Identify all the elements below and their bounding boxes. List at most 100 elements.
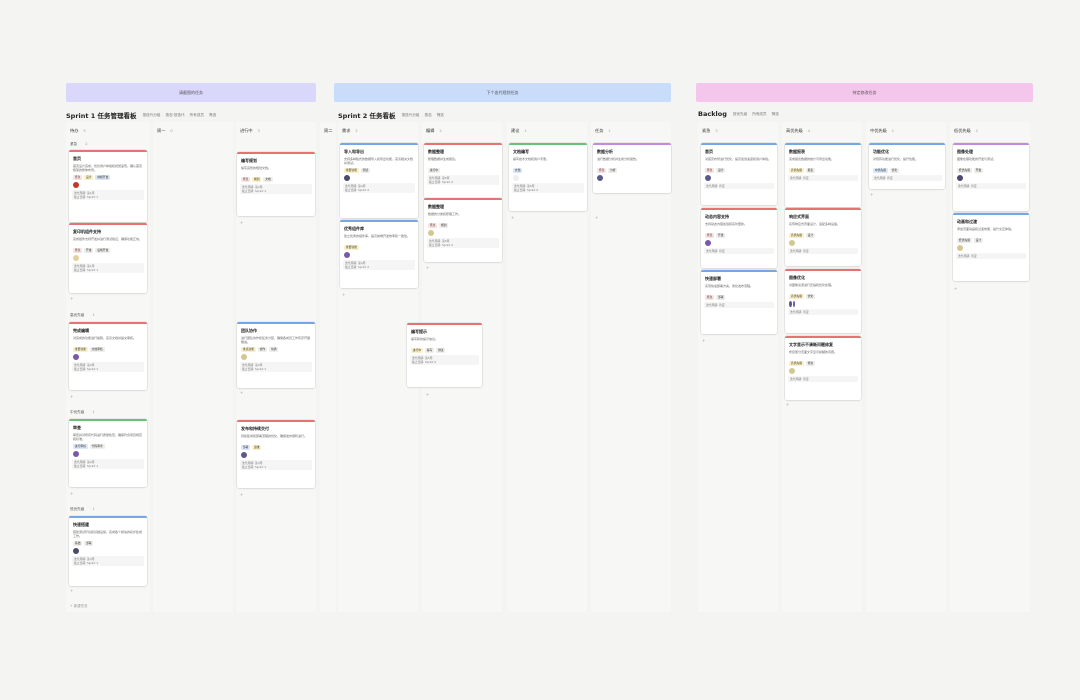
avatar[interactable] [73,353,79,360]
view-option[interactable]: 按迭代分组 [402,113,420,118]
avatar[interactable] [241,451,247,458]
view-options[interactable]: 按迭代分组 按态·按迭代 所有成员 筛选 [143,113,217,118]
avatar[interactable] [957,244,963,251]
add-card-button[interactable]: + [240,492,243,497]
avatar[interactable] [792,300,795,307]
task-card[interactable]: 完成编辑 对完成的功能进行编辑，完善文档并提交审核。 重要功能 文档审核 迭代周期: 第… [69,322,147,390]
card-color-bar [237,152,315,154]
avatar[interactable] [513,174,519,181]
avatar[interactable] [957,174,963,181]
avatar[interactable] [789,239,795,246]
task-card[interactable]: 图像处理 图像处理功能的开发与测试。 低优先级 开发 迭代周期: 待定 [953,143,1029,211]
task-card[interactable]: 数据分析 进行数据分析并生成分析报告。 紧急 分析 [593,143,671,193]
add-card-button[interactable]: + [240,390,243,395]
task-card[interactable]: 首页 首页设计完成，优化用户体验和视觉呈现，确认首页框架的整体布局。 紧急 设计 前端开… [69,150,147,222]
task-card[interactable]: 审查 审查并对所有代码进行质量检查，确保符合项目规范和标准。 进行审核 代码审查 迭代周… [69,419,147,487]
task-card[interactable]: 优秀组件库 建立优秀的组件库，提高前端开发效率和一致性。 重要功能 迭代周期: 第4周… [340,220,418,288]
task-card[interactable]: 快速搭建 搭建测试环境和基础设施，完成各个模块的初步集成工作。 基础 部署 迭代周期: … [69,516,147,586]
filter-button[interactable]: 筛选 [772,112,779,117]
add-card-button[interactable]: + [954,286,957,291]
card-title: 数据报表 [789,148,805,154]
task-card[interactable]: 动态内容支持 支持动态内容加载和实时更新。 紧急 开发 迭代周期: 待定 [701,208,777,268]
avatar[interactable] [73,181,79,188]
view-option[interactable]: 按优先级 [733,112,747,117]
task-card[interactable]: 发布和持续交付 持续集成和部署流程的优化，确保发布顺利进行。 部署 运维 迭代周期: 第… [237,420,315,488]
avatar[interactable] [73,547,79,554]
avatar[interactable] [789,367,795,374]
task-card[interactable]: 响应式界面 实现响应式界面设计，适配多种设备。 高优先级 设计 迭代周期: 待定 [785,208,861,266]
card-meta: 迭代周期: 第2周 截止日期: Sprint 1 [72,361,144,372]
group-count: 2 [85,142,88,146]
card-tags: 紧急 设计 前端开发 [73,174,143,180]
tag-badge: 文档审核 [89,346,105,352]
add-card-button[interactable]: + [702,338,705,343]
avatar[interactable] [705,174,711,181]
add-card-button[interactable]: + [70,296,73,301]
card-title: 编写提示 [411,328,427,334]
new-task-button[interactable]: + 新建任务 [70,603,87,608]
group-label-low[interactable]: 低优先级 1 [70,507,95,512]
add-card-button[interactable]: + [240,220,243,225]
card-tags: 高优先级 报表 [789,167,857,173]
task-card[interactable]: 功能优化 对现有功能进行优化，提升性能。 中优先级 优化 迭代周期: 待定 [869,143,945,189]
avatar[interactable] [428,229,434,236]
view-options[interactable]: 按迭代分组 按态 筛选 [402,113,444,118]
add-card-button[interactable]: + [342,292,345,297]
add-card-button[interactable]: + [595,215,598,220]
task-card[interactable]: 复印机组件支持 完成组件支持开发并进行测试验证，确保功能正常。 紧急 开发 后端开发 迭代… [69,223,147,293]
avatar[interactable] [789,300,792,307]
task-card[interactable]: 数据报表 完成报表数据的统计与导出功能。 高优先级 报表 迭代周期: 待定 [785,143,861,207]
task-card[interactable]: 编写规划 编写完整的规划文档。 紧急 规划 文档 迭代周期: 第2周 截止日期: Sprin… [237,152,315,216]
add-card-button[interactable]: + [70,491,73,496]
card-meta: 迭代周期: 第5周 截止日期: Sprint 2 [512,182,584,193]
task-card[interactable]: 图像优化 对图像资源进行压缩和优化处理。 高优先级 优化 迭代周期: 待定 [785,269,861,333]
add-card-button[interactable]: + [70,588,73,593]
card-title: 优秀组件库 [344,225,364,231]
task-card[interactable]: 文字显示不清晰问题修复 修复部分页面文字显示模糊的问题。 高优先级 修复 迭代周期: 待… [785,336,861,400]
tag-badge: 协作 [257,346,267,352]
group-label-medium[interactable]: 中优先级 1 [70,410,95,415]
avatar[interactable] [344,174,350,181]
card-title: 团队协作 [241,327,257,333]
avatar[interactable] [73,254,79,261]
avatar[interactable] [705,239,711,246]
card-tags: 紧急 部署 [705,294,773,300]
avatar[interactable] [241,353,247,360]
view-option[interactable]: 按态·按迭代 [166,113,185,118]
group-label-high[interactable]: 高优先级 1 [70,313,95,318]
card-title: 审查 [73,424,81,430]
tag-badge: 高优先级 [789,293,804,299]
card-description: 编写新的提示信息。 [411,336,439,341]
task-card[interactable]: 导入和导出 支持多种格式的数据导入和导出功能，完善相关文档并测试。 重要功能 测试 迭代… [340,143,418,218]
task-card[interactable]: 动画和过渡 添加页面动画和过渡效果，提升交互体验。 低优先级 设计 迭代周期: 待定 [953,213,1029,281]
add-card-button[interactable]: + [870,192,873,197]
card-description: 完成报表数据的统计与导出功能。 [789,156,835,161]
task-card[interactable]: 团队协作 进行团队协作和任务分配，确保各成员工作有序开展推进。 重点功能 协作 沟通 迭代… [237,322,315,388]
add-card-button[interactable]: + [426,392,429,397]
add-card-button[interactable]: + [70,394,73,399]
add-card-button[interactable]: + [786,402,789,407]
task-card[interactable]: 首页 对首页布局进行优化，提高加载速度和用户体验。 紧急 设计 迭代周期: 待定 [701,143,777,205]
card-tags: 紧急 开发 后端开发 [73,247,143,253]
column-label: 周一 [157,128,166,133]
view-option[interactable]: 按迭代分组 [143,113,161,118]
column-count: 1 [524,129,527,133]
task-card[interactable]: 编写提示 编写新的提示信息。 进行中 编写 测试 迭代周期: 第5周 截止日期: Sprin… [407,323,482,387]
add-card-button[interactable]: + [511,215,514,220]
add-card-button[interactable]: + [426,265,429,270]
task-card[interactable]: 文档编写 编写技术文档和用户手册。 文档 迭代周期: 第5周 截止日期: Sprint … [509,143,587,211]
view-option[interactable]: 所有成员 [752,112,766,117]
avatar[interactable] [73,450,79,457]
meta-row: 截止日期: Sprint 1 [74,366,99,371]
filter-button[interactable]: 筛选 [437,113,444,118]
view-option[interactable]: 按态 [425,113,432,118]
group-label-urgent[interactable]: 紧急 2 [70,142,87,147]
avatar[interactable] [597,174,603,181]
task-card[interactable]: 快速部署 实现快速部署方案，简化发布流程。 紧急 部署 迭代周期: 待定 [701,270,777,334]
view-option[interactable]: 所有成员 [190,113,204,118]
avatar[interactable] [344,251,350,258]
task-card[interactable]: 数据整理 整理数据并生成报表。 进行中 迭代周期: 第5周 截止日期: Sprint 2 [424,143,502,198]
filter-button[interactable]: 筛选 [209,113,216,118]
task-card[interactable]: 数据整理 数据的分类和整理工作。 紧急 规划 迭代周期: 第5周 截止日期: Sprint… [424,198,502,262]
view-options[interactable]: 按优先级 所有成员 筛选 [733,112,779,117]
